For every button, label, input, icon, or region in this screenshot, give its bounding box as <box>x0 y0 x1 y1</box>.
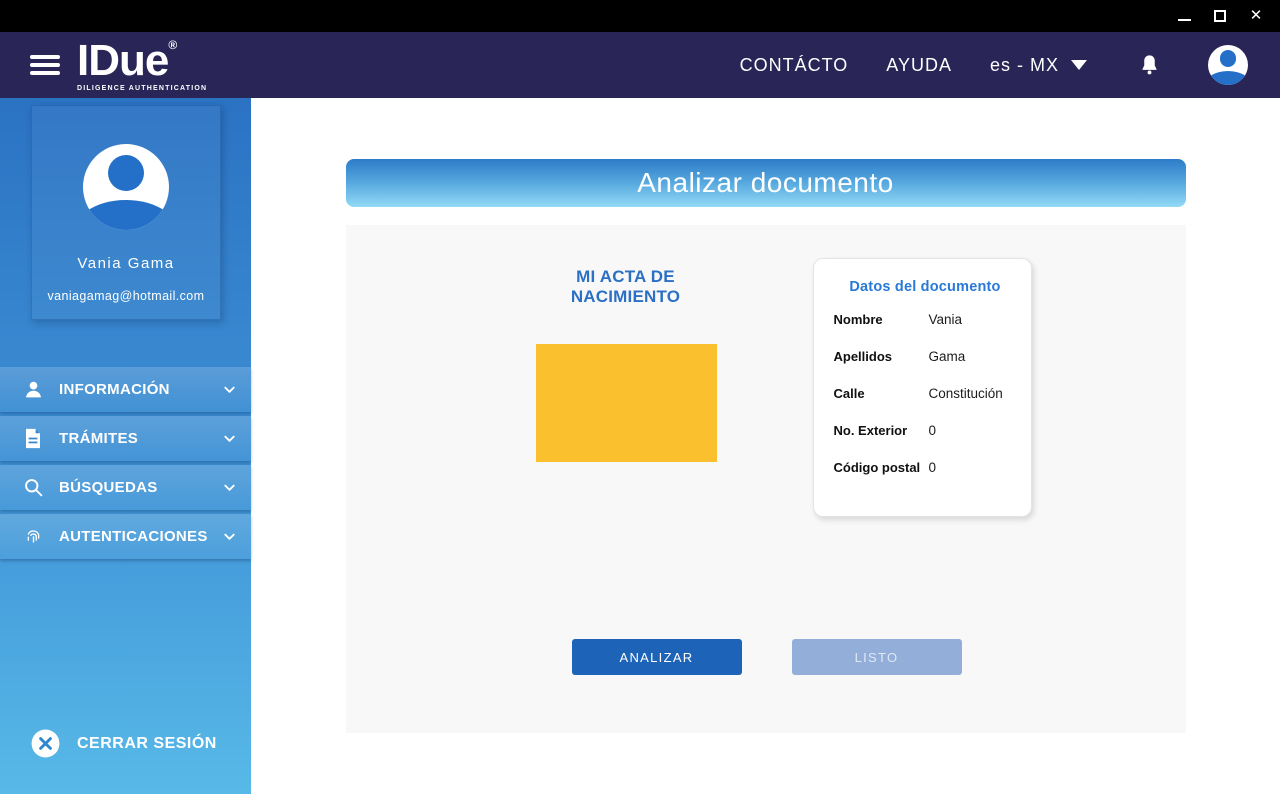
document-details-card: Datos del documento Nombre Vania Apellid… <box>813 258 1032 517</box>
field-value: Gama <box>929 349 966 365</box>
search-icon <box>22 477 44 498</box>
sidebar-item-informacion[interactable]: INFORMACIÓN <box>0 367 251 412</box>
sidebar-item-label: INFORMACIÓN <box>59 381 170 398</box>
field-label: Apellidos <box>834 349 929 365</box>
document-icon <box>22 428 44 449</box>
bell-icon[interactable] <box>1139 53 1160 77</box>
sidebar-item-label: TRÁMITES <box>59 430 138 447</box>
app-logo: IDue® DILIGENCE AUTHENTICATION <box>77 39 207 92</box>
logout-label: CERRAR SESIÓN <box>77 735 217 753</box>
hamburger-menu-icon[interactable] <box>30 55 60 75</box>
document-title: MI ACTA DE NACIMIENTO <box>546 267 706 307</box>
sidebar-item-label: BÚSQUEDAS <box>59 479 158 496</box>
close-icon[interactable]: ✕ <box>1248 8 1264 24</box>
done-button[interactable]: LISTO <box>792 639 962 675</box>
field-row-calle: Calle Constitución <box>834 386 1017 402</box>
field-value: Constitución <box>929 386 1003 402</box>
minimize-icon[interactable] <box>1176 8 1192 24</box>
close-circle-icon <box>31 729 60 758</box>
logo-text: IDue® <box>77 39 207 83</box>
app-window: ✕ IDue® DILIGENCE AUTHENTICATION CONTÁCT… <box>0 0 1280 794</box>
registered-mark: ® <box>168 38 177 52</box>
content-row: Vania Gama vaniagamag@hotmail.com INFORM… <box>0 98 1280 794</box>
fingerprint-icon <box>22 526 44 547</box>
chevron-down-icon <box>222 480 237 495</box>
field-value: 0 <box>929 460 937 476</box>
language-selector[interactable]: es - MX <box>990 55 1087 76</box>
field-label: No. Exterior <box>834 423 929 439</box>
avatar-head <box>108 155 144 191</box>
navbar-actions: CONTÁCTO AYUDA es - MX <box>740 45 1280 85</box>
sidebar-item-autenticaciones[interactable]: AUTENTICACIONES <box>0 514 251 559</box>
avatar-torso <box>1208 71 1248 85</box>
document-preview <box>536 344 717 462</box>
top-navbar: IDue® DILIGENCE AUTHENTICATION CONTÁCTO … <box>0 32 1280 98</box>
analyze-button[interactable]: ANALIZAR <box>572 639 742 675</box>
sidebar: Vania Gama vaniagamag@hotmail.com INFORM… <box>0 98 251 794</box>
contact-link[interactable]: CONTÁCTO <box>740 55 849 76</box>
language-value: es - MX <box>990 55 1059 76</box>
chevron-down-icon <box>1071 60 1087 70</box>
details-card-title: Datos del documento <box>834 279 1017 295</box>
profile-avatar <box>83 144 169 230</box>
logo-subtitle: DILIGENCE AUTHENTICATION <box>77 85 207 92</box>
page-title: Analizar documento <box>637 167 893 199</box>
field-value: 0 <box>929 423 937 439</box>
field-row-nombre: Nombre Vania <box>834 312 1017 328</box>
chevron-down-icon <box>222 382 237 397</box>
sidebar-item-label: AUTENTICACIONES <box>59 528 208 545</box>
page-title-banner: Analizar documento <box>346 159 1186 207</box>
profile-email: vaniagamag@hotmail.com <box>48 289 205 303</box>
field-label: Nombre <box>834 312 929 328</box>
window-titlebar: ✕ <box>0 0 1280 32</box>
content-panel: MI ACTA DE NACIMIENTO Datos del document… <box>346 225 1186 733</box>
field-value: Vania <box>929 312 963 328</box>
field-row-no-exterior: No. Exterior 0 <box>834 423 1017 439</box>
chevron-down-icon <box>222 431 237 446</box>
field-row-apellidos: Apellidos Gama <box>834 349 1017 365</box>
profile-name: Vania Gama <box>77 255 174 272</box>
field-label: Calle <box>834 386 929 402</box>
help-link[interactable]: AYUDA <box>886 55 952 76</box>
profile-card: Vania Gama vaniagamag@hotmail.com <box>31 105 221 320</box>
main-content: Analizar documento MI ACTA DE NACIMIENTO… <box>251 98 1280 794</box>
maximize-icon[interactable] <box>1212 8 1228 24</box>
user-avatar[interactable] <box>1208 45 1248 85</box>
sidebar-menu: INFORMACIÓN TRÁMITES <box>0 367 251 559</box>
sidebar-item-busquedas[interactable]: BÚSQUEDAS <box>0 465 251 510</box>
sidebar-item-tramites[interactable]: TRÁMITES <box>0 416 251 461</box>
chevron-down-icon <box>222 529 237 544</box>
avatar-head <box>1220 50 1237 67</box>
avatar-torso <box>83 200 169 230</box>
logout-button[interactable]: CERRAR SESIÓN <box>31 729 217 758</box>
user-icon <box>22 379 44 400</box>
field-row-codigo-postal: Código postal 0 <box>834 460 1017 476</box>
field-label: Código postal <box>834 460 929 476</box>
